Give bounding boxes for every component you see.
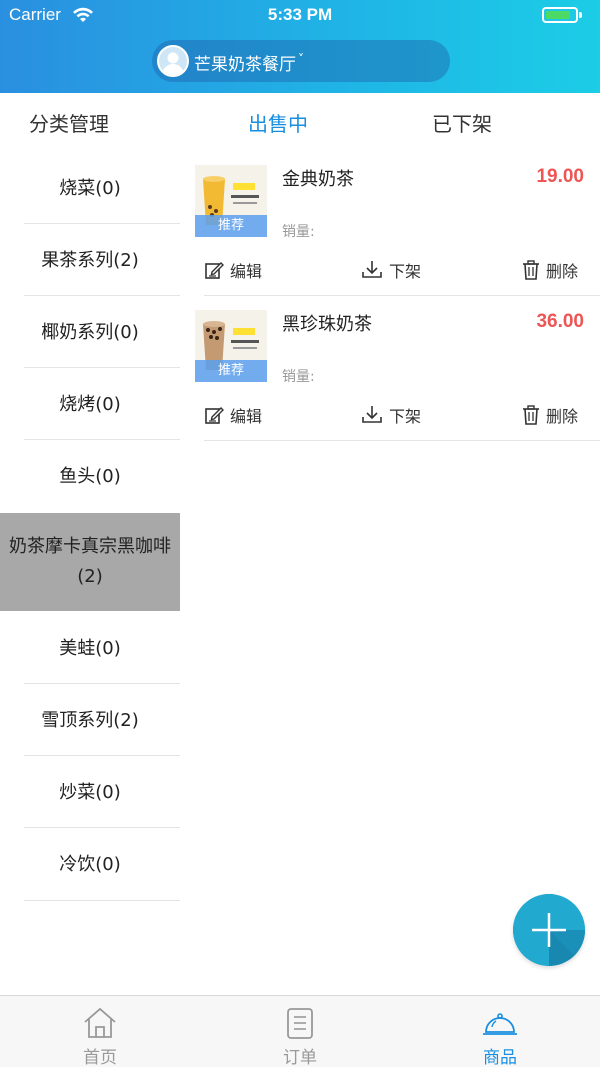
battery-icon (542, 7, 578, 23)
battery-fill (546, 11, 570, 19)
goods-icon (483, 1013, 517, 1035)
unlist-button[interactable]: 下架 (361, 258, 421, 282)
edit-icon (205, 407, 224, 424)
category-item[interactable]: 冷饮(0) (0, 827, 180, 899)
product-name: 金典奶茶 (282, 169, 354, 190)
edit-label: 编辑 (230, 262, 263, 281)
add-product-button[interactable] (513, 894, 585, 966)
product-sales-label: 销量: (282, 224, 315, 240)
tab-category-management[interactable]: 分类管理 (29, 108, 109, 137)
product-image[interactable]: 推荐 (195, 310, 267, 382)
category-item[interactable]: 美蛙(0) (0, 611, 180, 683)
divider (204, 440, 600, 441)
category-item[interactable]: 椰奶系列(0) (0, 295, 180, 367)
category-item[interactable]: 果茶系列(2) (0, 223, 180, 295)
tab-bar: 分类管理 出售中 已下架 (0, 93, 600, 151)
product-price: 36.00 (536, 311, 584, 332)
download-icon (362, 406, 382, 423)
product-sales-label: 销量: (282, 369, 315, 385)
chevron-down-icon: ˅ (298, 52, 304, 66)
nav-home[interactable]: 首页 (50, 996, 150, 1067)
category-item[interactable]: 烧烤(0) (0, 367, 180, 439)
header: Carrier 5:33 PM 芒果奶茶餐厅 ˅ (0, 0, 600, 93)
product-image[interactable]: 推荐 (195, 165, 267, 237)
category-item[interactable]: 烧菜(0) (0, 151, 180, 223)
store-avatar-icon (157, 45, 189, 77)
store-selector[interactable]: 芒果奶茶餐厅 ˅ (152, 40, 450, 82)
nav-orders-label: 订单 (283, 1048, 317, 1067)
nav-goods[interactable]: 商品 (450, 996, 550, 1067)
recommend-badge: 推荐 (195, 360, 267, 382)
product-name: 黑珍珠奶茶 (282, 314, 372, 335)
battery-tip (579, 12, 582, 18)
unlist-button[interactable]: 下架 (361, 403, 421, 427)
category-item[interactable]: 炒菜(0) (0, 755, 180, 827)
goods-management-page: Carrier 5:33 PM 芒果奶茶餐厅 ˅ 分类管理 出售中 已下架 烧菜… (0, 0, 600, 1067)
download-icon (362, 261, 382, 278)
trash-icon (523, 405, 539, 425)
store-name: 芒果奶茶餐厅 (194, 55, 296, 75)
clock: 5:33 PM (267, 5, 333, 24)
product-row[interactable]: 推荐 黑珍珠奶茶 36.00 销量: 编辑 下架 删除 (180, 296, 600, 441)
unlist-label: 下架 (389, 262, 422, 281)
tab-off-shelf[interactable]: 已下架 (432, 108, 492, 137)
delete-label: 删除 (546, 262, 579, 281)
recommend-badge: 推荐 (195, 215, 267, 237)
nav-home-label: 首页 (83, 1048, 117, 1067)
divider (24, 900, 180, 901)
delete-button[interactable]: 删除 (522, 403, 578, 427)
nav-goods-label: 商品 (483, 1048, 517, 1067)
category-item[interactable]: 鱼头(0) (0, 439, 180, 511)
category-item-active[interactable]: 奶茶摩卡真宗黑咖啡(2) (0, 513, 180, 611)
nav-orders[interactable]: 订单 (250, 996, 350, 1067)
edit-label: 编辑 (230, 407, 263, 426)
category-item[interactable]: 雪顶系列(2) (0, 683, 180, 755)
product-row[interactable]: 推荐 金典奶茶 19.00 销量: 编辑 下架 删除 (180, 151, 600, 296)
bottom-nav: 首页 订单 商品 (0, 995, 600, 1067)
status-bar: Carrier 5:33 PM (0, 0, 600, 32)
delete-label: 删除 (546, 407, 579, 426)
edit-button[interactable]: 编辑 (204, 403, 262, 427)
tab-on-sale[interactable]: 出售中 (248, 108, 308, 137)
product-price: 19.00 (536, 166, 584, 187)
home-icon (84, 1007, 116, 1038)
trash-icon (523, 260, 539, 280)
plus-icon (513, 894, 585, 966)
edit-icon (205, 262, 224, 279)
order-icon (287, 1008, 313, 1039)
delete-button[interactable]: 删除 (522, 258, 578, 282)
unlist-label: 下架 (389, 407, 422, 426)
edit-button[interactable]: 编辑 (204, 258, 262, 282)
